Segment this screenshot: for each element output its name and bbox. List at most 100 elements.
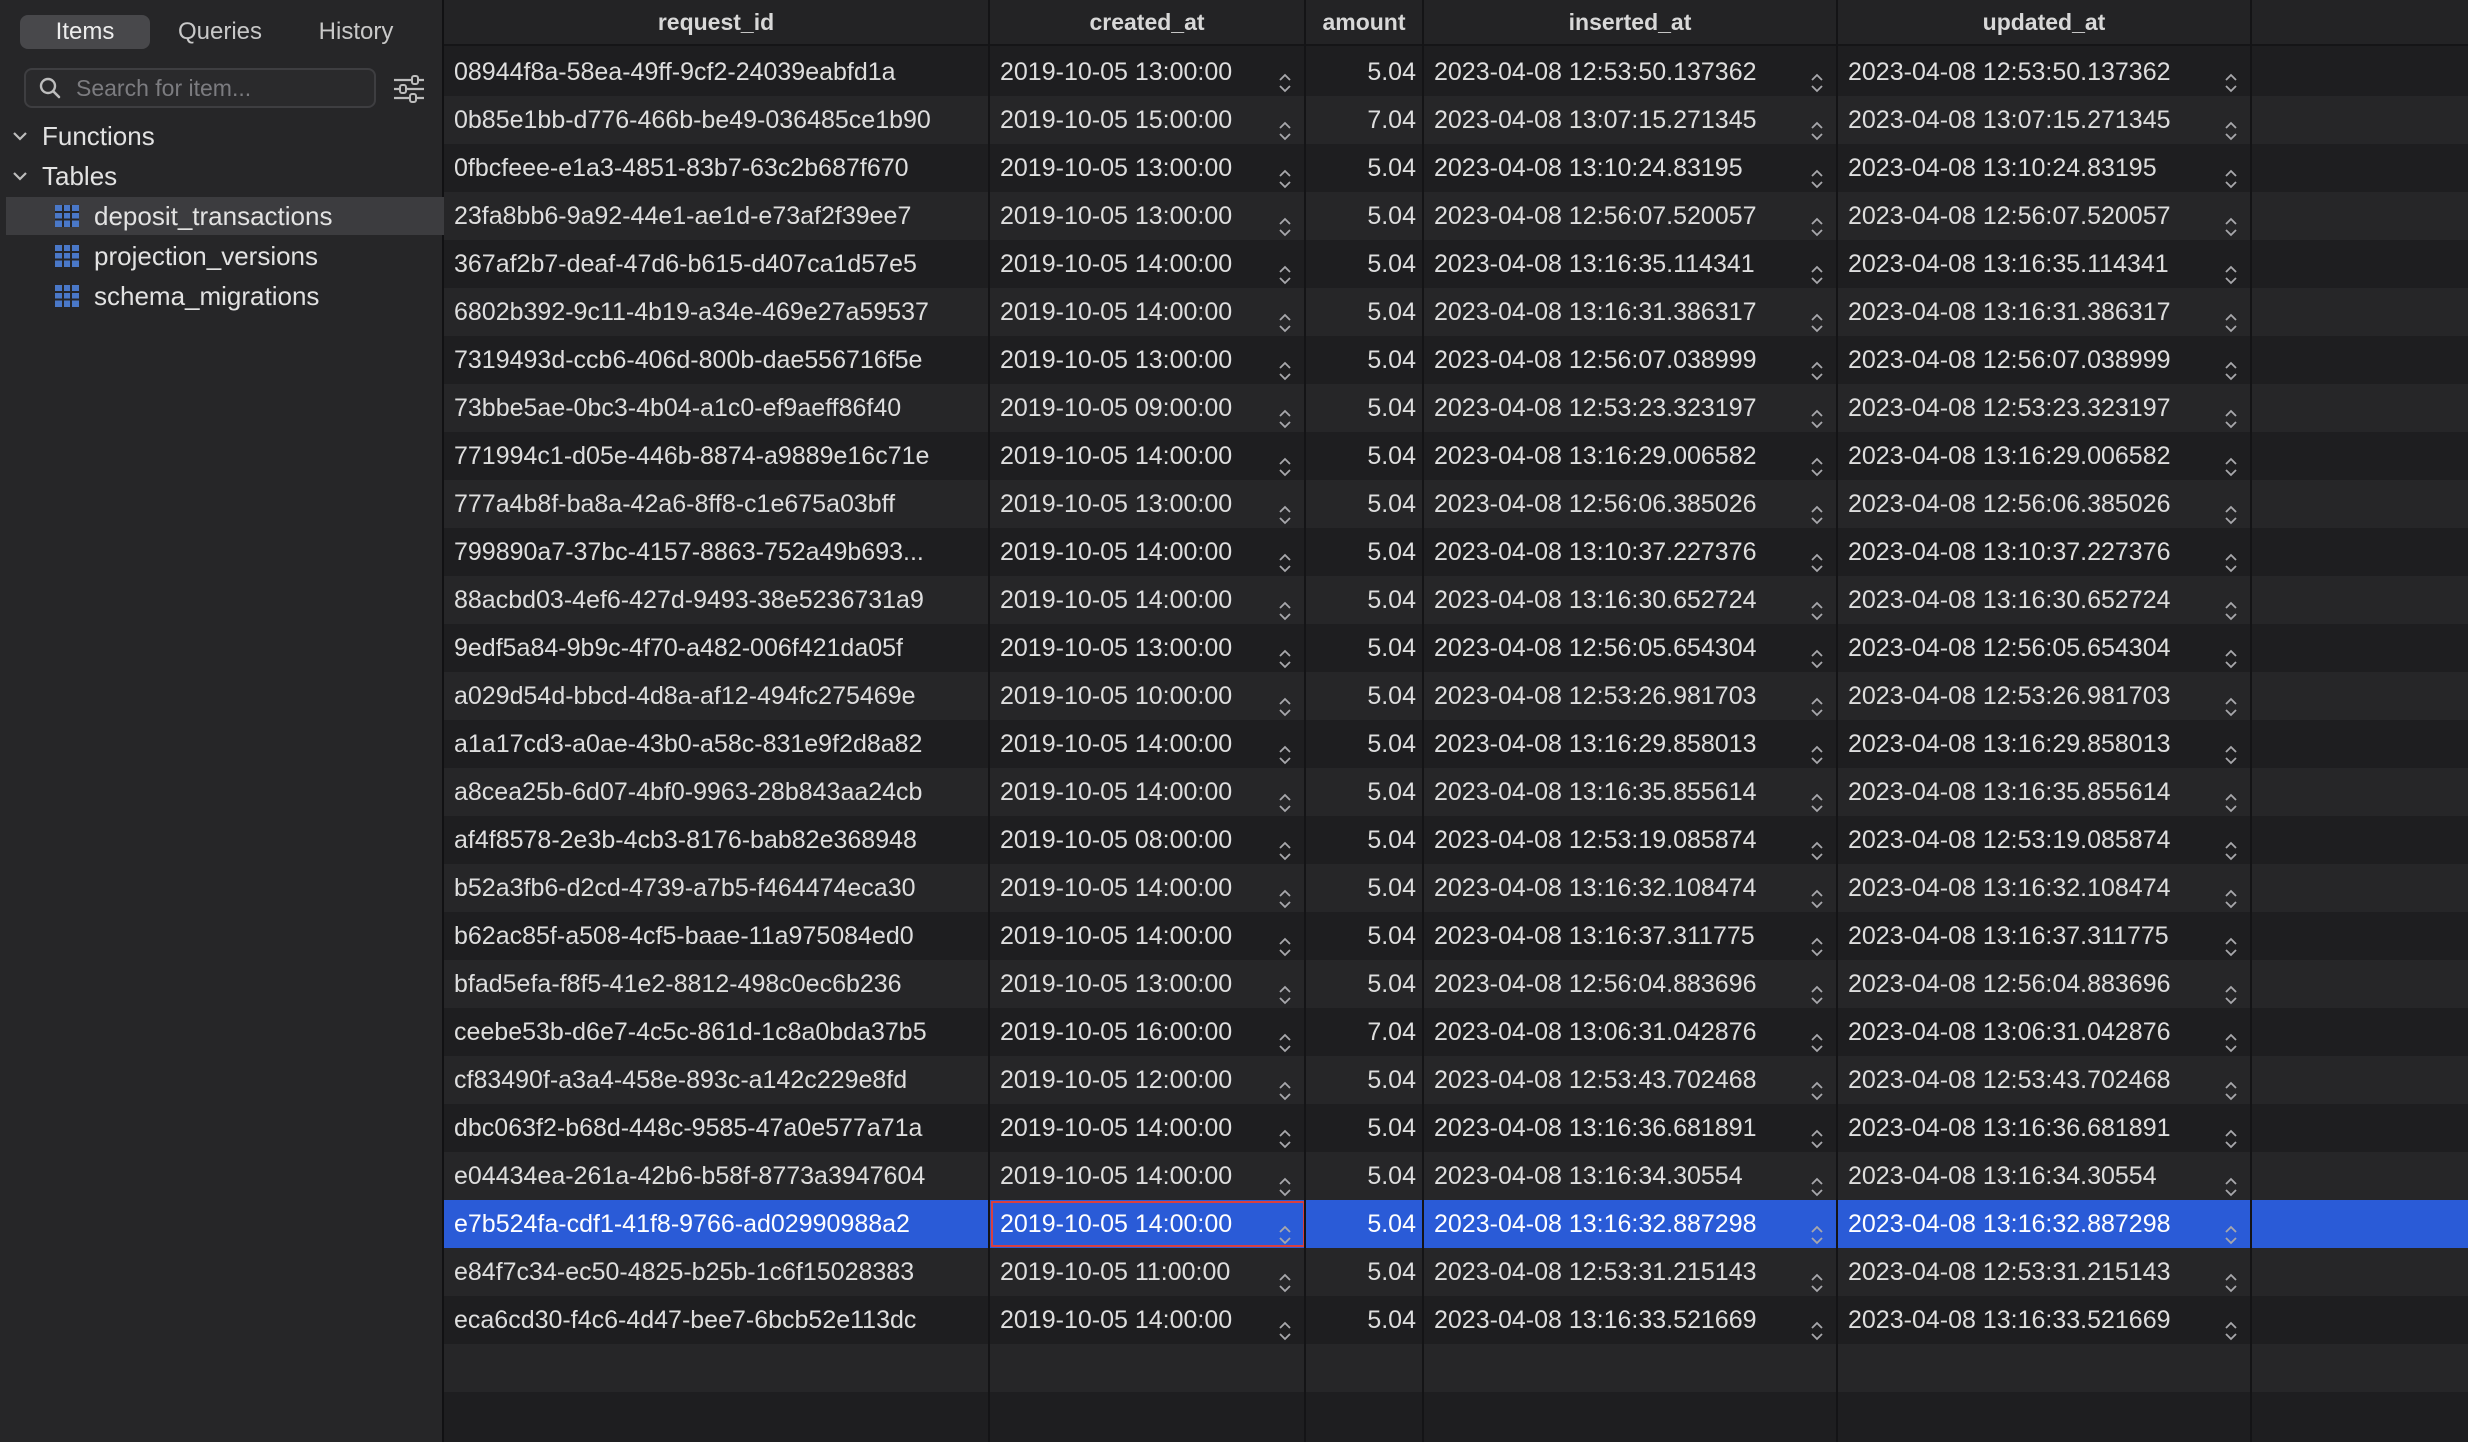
cell-request-id[interactable]: 9edf5a84-9b9c-4f70-a482-006f421da05f — [444, 624, 990, 672]
table-row[interactable]: bfad5efa-f8f5-41e2-8812-498c0ec6b236 2019… — [444, 960, 2468, 1008]
stepper-icon[interactable] — [1278, 72, 1292, 94]
cell-inserted-at[interactable]: 2023-04-08 13:16:34.30554 — [1424, 1152, 1838, 1200]
stepper-icon[interactable] — [1810, 552, 1824, 574]
cell-request-id[interactable]: 73bbe5ae-0bc3-4b04-a1c0-ef9aeff86f40 — [444, 384, 990, 432]
stepper-control[interactable] — [1278, 494, 1292, 528]
cell-inserted-at[interactable]: 2023-04-08 12:53:43.702468 — [1424, 1056, 1838, 1104]
table-row[interactable]: 7319493d-ccb6-406d-800b-dae556716f5e 2019… — [444, 336, 2468, 384]
cell-inserted-at[interactable]: 2023-04-08 13:07:15.271345 — [1424, 96, 1838, 144]
cell-amount[interactable]: 5.04 — [1306, 240, 1424, 288]
stepper-icon[interactable] — [1278, 1272, 1292, 1294]
stepper-control[interactable] — [2224, 1022, 2238, 1056]
stepper-control[interactable] — [1278, 62, 1292, 96]
stepper-control[interactable] — [2224, 302, 2238, 336]
stepper-icon[interactable] — [2224, 1128, 2238, 1150]
stepper-control[interactable] — [1278, 686, 1292, 720]
cell-updated-at[interactable]: 2023-04-08 12:56:04.883696 — [1838, 960, 2252, 1008]
stepper-control[interactable] — [1810, 158, 1824, 192]
stepper-icon[interactable] — [1810, 1320, 1824, 1342]
stepper-control[interactable] — [1810, 206, 1824, 240]
cell-inserted-at[interactable]: 2023-04-08 13:16:32.108474 — [1424, 864, 1838, 912]
stepper-icon[interactable] — [1278, 1176, 1292, 1198]
stepper-control[interactable] — [1810, 1118, 1824, 1152]
stepper-control[interactable] — [1810, 1022, 1824, 1056]
stepper-icon[interactable] — [2224, 1176, 2238, 1198]
cell-created-at[interactable]: 2019-10-05 13:00:00 — [990, 624, 1306, 672]
stepper-icon[interactable] — [2224, 1320, 2238, 1342]
cell-created-at[interactable]: 2019-10-05 14:00:00 — [990, 1200, 1306, 1248]
stepper-control[interactable] — [1810, 1070, 1824, 1104]
stepper-icon[interactable] — [1278, 1080, 1292, 1102]
cell-created-at[interactable]: 2019-10-05 14:00:00 — [990, 1104, 1306, 1152]
sidebar-item-projection-versions[interactable]: projection_versions — [6, 237, 444, 275]
cell-updated-at[interactable]: 2023-04-08 13:16:30.652724 — [1838, 576, 2252, 624]
section-tables[interactable]: Tables — [0, 157, 444, 195]
table-row[interactable]: 367af2b7-deaf-47d6-b615-d407ca1d57e5 2019… — [444, 240, 2468, 288]
table-row[interactable]: 0fbcfeee-e1a3-4851-83b7-63c2b687f670 2019… — [444, 144, 2468, 192]
cell-amount[interactable]: 5.04 — [1306, 1248, 1424, 1296]
stepper-control[interactable] — [1278, 110, 1292, 144]
cell-amount[interactable]: 5.04 — [1306, 960, 1424, 1008]
cell-inserted-at[interactable]: 2023-04-08 13:16:35.114341 — [1424, 240, 1838, 288]
cell-amount[interactable]: 5.04 — [1306, 480, 1424, 528]
stepper-icon[interactable] — [1810, 648, 1824, 670]
stepper-control[interactable] — [1278, 1166, 1292, 1200]
table-row[interactable]: dbc063f2-b68d-448c-9585-47a0e577a71a 2019… — [444, 1104, 2468, 1152]
cell-request-id[interactable]: 23fa8bb6-9a92-44e1-ae1d-e73af2f39ee7 — [444, 192, 990, 240]
stepper-icon[interactable] — [1278, 600, 1292, 622]
cell-created-at[interactable]: 2019-10-05 14:00:00 — [990, 432, 1306, 480]
cell-inserted-at[interactable]: 2023-04-08 12:56:07.038999 — [1424, 336, 1838, 384]
stepper-icon[interactable] — [1278, 120, 1292, 142]
stepper-control[interactable] — [2224, 494, 2238, 528]
cell-amount[interactable]: 5.04 — [1306, 576, 1424, 624]
cell-inserted-at[interactable]: 2023-04-08 13:06:31.042876 — [1424, 1008, 1838, 1056]
stepper-icon[interactable] — [1278, 744, 1292, 766]
cell-inserted-at[interactable]: 2023-04-08 12:53:50.137362 — [1424, 48, 1838, 96]
stepper-control[interactable] — [1278, 1262, 1292, 1296]
stepper-control[interactable] — [2224, 1070, 2238, 1104]
stepper-control[interactable] — [1810, 350, 1824, 384]
cell-request-id[interactable]: 6802b392-9c11-4b19-a34e-469e27a59537 — [444, 288, 990, 336]
cell-request-id[interactable]: a1a17cd3-a0ae-43b0-a58c-831e9f2d8a82 — [444, 720, 990, 768]
stepper-control[interactable] — [1810, 830, 1824, 864]
table-row[interactable]: 73bbe5ae-0bc3-4b04-a1c0-ef9aeff86f40 2019… — [444, 384, 2468, 432]
stepper-icon[interactable] — [2224, 744, 2238, 766]
stepper-icon[interactable] — [1810, 216, 1824, 238]
cell-request-id[interactable]: a029d54d-bbcd-4d8a-af12-494fc275469e — [444, 672, 990, 720]
cell-inserted-at[interactable]: 2023-04-08 12:53:23.323197 — [1424, 384, 1838, 432]
cell-request-id[interactable]: 777a4b8f-ba8a-42a6-8ff8-c1e675a03bff — [444, 480, 990, 528]
stepper-control[interactable] — [2224, 110, 2238, 144]
table-row[interactable]: a8cea25b-6d07-4bf0-9963-28b843aa24cb 2019… — [444, 768, 2468, 816]
stepper-icon[interactable] — [2224, 264, 2238, 286]
stepper-control[interactable] — [1278, 1022, 1292, 1056]
stepper-icon[interactable] — [1278, 1032, 1292, 1054]
cell-updated-at[interactable]: 2023-04-08 13:16:37.311775 — [1838, 912, 2252, 960]
cell-request-id[interactable]: b52a3fb6-d2cd-4739-a7b5-f464474eca30 — [444, 864, 990, 912]
stepper-icon[interactable] — [1278, 1128, 1292, 1150]
cell-updated-at[interactable]: 2023-04-08 13:16:36.681891 — [1838, 1104, 2252, 1152]
stepper-control[interactable] — [1810, 1262, 1824, 1296]
sidebar-item-deposit-transactions[interactable]: deposit_transactions — [6, 197, 444, 235]
cell-amount[interactable]: 5.04 — [1306, 528, 1424, 576]
stepper-control[interactable] — [1810, 302, 1824, 336]
stepper-control[interactable] — [1278, 734, 1292, 768]
cell-created-at[interactable]: 2019-10-05 16:00:00 — [990, 1008, 1306, 1056]
stepper-control[interactable] — [1810, 110, 1824, 144]
stepper-icon[interactable] — [1810, 888, 1824, 910]
cell-request-id[interactable]: 771994c1-d05e-446b-8874-a9889e16c71e — [444, 432, 990, 480]
cell-amount[interactable]: 5.04 — [1306, 1152, 1424, 1200]
cell-amount[interactable]: 5.04 — [1306, 1200, 1424, 1248]
table-row[interactable]: b52a3fb6-d2cd-4739-a7b5-f464474eca30 2019… — [444, 864, 2468, 912]
stepper-icon[interactable] — [1278, 936, 1292, 958]
cell-request-id[interactable]: 367af2b7-deaf-47d6-b615-d407ca1d57e5 — [444, 240, 990, 288]
cell-amount[interactable]: 5.04 — [1306, 432, 1424, 480]
stepper-icon[interactable] — [1278, 552, 1292, 574]
cell-request-id[interactable]: dbc063f2-b68d-448c-9585-47a0e577a71a — [444, 1104, 990, 1152]
stepper-icon[interactable] — [1810, 984, 1824, 1006]
stepper-control[interactable] — [1810, 926, 1824, 960]
cell-inserted-at[interactable]: 2023-04-08 13:16:36.681891 — [1424, 1104, 1838, 1152]
cell-updated-at[interactable]: 2023-04-08 13:07:15.271345 — [1838, 96, 2252, 144]
stepper-control[interactable] — [1278, 638, 1292, 672]
stepper-control[interactable] — [1278, 926, 1292, 960]
table-row[interactable]: b62ac85f-a508-4cf5-baae-11a975084ed0 2019… — [444, 912, 2468, 960]
